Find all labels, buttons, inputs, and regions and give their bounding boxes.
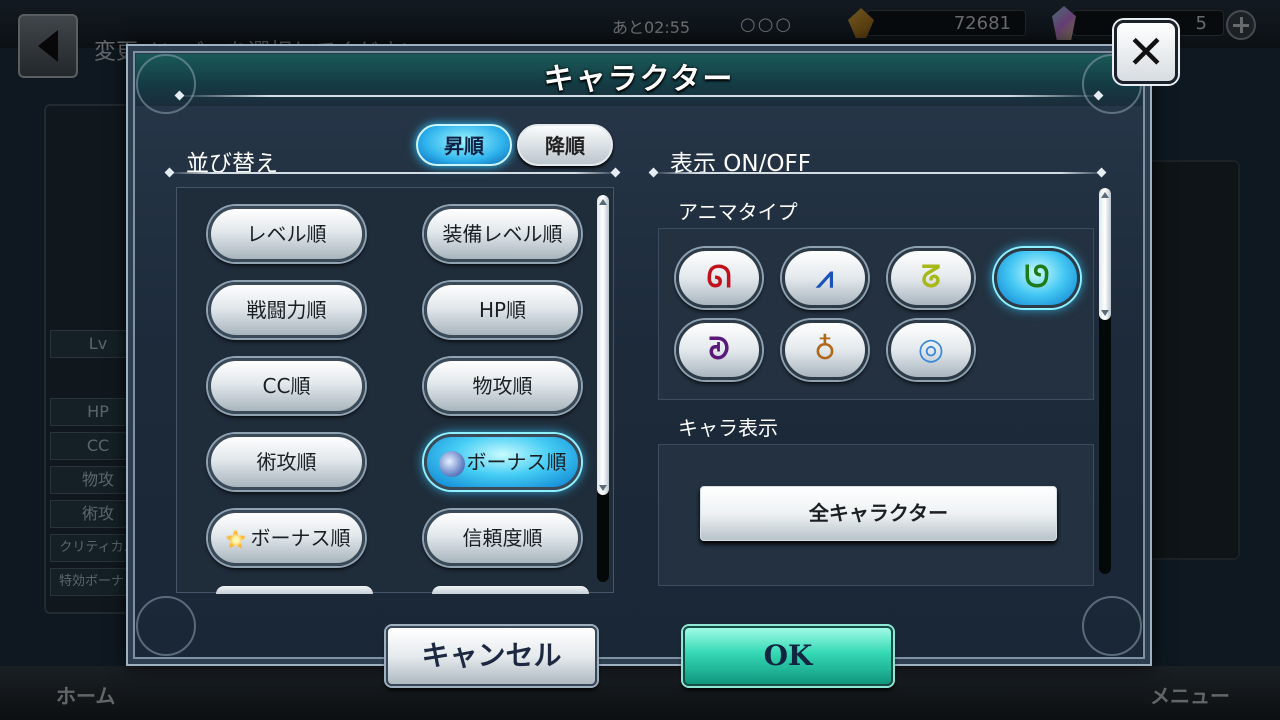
- display-scroll-thumb[interactable]: [1099, 188, 1111, 320]
- sort-bouquet-bonus-button[interactable]: ボーナス順: [424, 434, 581, 490]
- close-button[interactable]: ✕: [1114, 20, 1178, 84]
- water-anima-icon: ⩘: [816, 260, 834, 295]
- sort-power-button[interactable]: 戦闘力順: [208, 282, 365, 338]
- fire-anima-icon: ᘏ: [706, 260, 732, 295]
- descending-button[interactable]: 降順: [517, 124, 613, 166]
- sort-cc-button[interactable]: CC順: [208, 358, 365, 414]
- sort-level-button[interactable]: レベル順: [208, 206, 365, 262]
- display-scrollbar[interactable]: [1099, 188, 1111, 574]
- sort-equip-level-button[interactable]: 装備レベル順: [424, 206, 581, 262]
- sort-trust-button[interactable]: 信頼度順: [424, 510, 581, 566]
- sort-option-partial[interactable]: [216, 586, 373, 594]
- back-arrow-icon: [38, 30, 58, 62]
- light-anima-icon: ♁: [814, 332, 836, 367]
- corner-ornament-icon: [136, 596, 196, 656]
- nav-menu: メニュー: [1150, 684, 1230, 708]
- anima-earth-button[interactable]: ᘎ: [994, 248, 1080, 308]
- sort-option-partial[interactable]: [432, 586, 589, 594]
- anima-fire-button[interactable]: ᘏ: [676, 248, 762, 308]
- title-divider: [176, 95, 1102, 97]
- ascending-button[interactable]: 昇順: [416, 124, 512, 166]
- sort-scroll-thumb[interactable]: [597, 195, 609, 495]
- dialog-title: キャラクター: [543, 62, 735, 97]
- close-icon: ✕: [1126, 25, 1166, 79]
- sort-burst-bonus-button[interactable]: ボーナス順: [208, 510, 365, 566]
- back-button: [18, 14, 78, 78]
- display-divider: [652, 172, 1106, 174]
- sort-scrollbar[interactable]: [597, 195, 609, 582]
- sort-physical-attack-button[interactable]: 物攻順: [424, 358, 581, 414]
- anima-light-button[interactable]: ♁: [782, 320, 868, 380]
- wind-anima-icon: ᘔ: [921, 260, 941, 295]
- character-display-label: キャラ表示: [678, 416, 778, 440]
- burst-icon: [223, 526, 248, 551]
- earth-anima-icon: ᘎ: [1024, 260, 1050, 295]
- nav-home: ホーム: [56, 684, 116, 708]
- dark-anima-icon: ᘑ: [708, 332, 730, 367]
- sort-divider: [168, 172, 620, 174]
- anima-water-button[interactable]: ⩘: [782, 248, 868, 308]
- add-crystal-icon: [1226, 10, 1256, 40]
- timer-text: あと02:55: [612, 18, 691, 37]
- ok-button[interactable]: OK: [683, 626, 893, 686]
- anima-rainbow-button[interactable]: ◎: [888, 320, 974, 380]
- corner-ornament-icon: [1082, 596, 1142, 656]
- cancel-button[interactable]: キャンセル: [386, 626, 597, 686]
- rainbow-anima-icon: ◎: [917, 332, 945, 367]
- all-characters-button[interactable]: 全キャラクター: [700, 486, 1057, 541]
- sort-hp-button[interactable]: HP順: [424, 282, 581, 338]
- character-grid: [1140, 160, 1240, 560]
- bottom-nav: [0, 666, 1280, 720]
- anima-wind-button[interactable]: ᘔ: [888, 248, 974, 308]
- gold-counter: 72681: [866, 10, 1026, 36]
- bouquet-icon: [438, 450, 465, 477]
- anima-type-label: アニマタイプ: [678, 200, 798, 224]
- stamina-indicator: ○○○: [740, 14, 794, 35]
- anima-dark-button[interactable]: ᘑ: [676, 320, 762, 380]
- sort-magic-attack-button[interactable]: 術攻順: [208, 434, 365, 490]
